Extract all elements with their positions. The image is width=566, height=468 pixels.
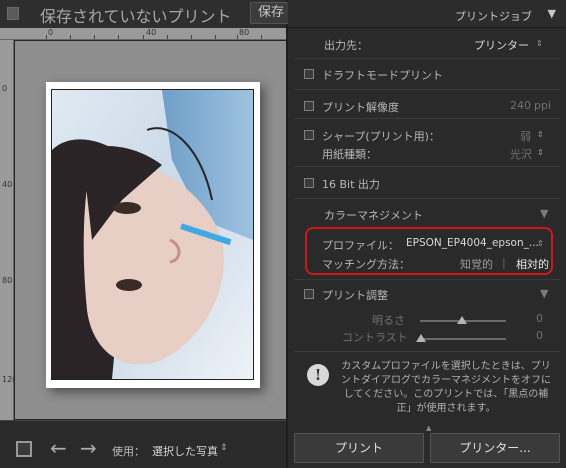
- use-label: 使用：: [112, 445, 145, 458]
- print-button[interactable]: プリント: [294, 433, 424, 463]
- media-type-label: 用紙種類：: [322, 148, 377, 161]
- ruler-label: 40: [2, 180, 13, 189]
- color-management-header[interactable]: カラーマネジメント: [324, 207, 423, 223]
- chevron-updown-icon[interactable]: ⇕: [220, 443, 228, 453]
- collapse-triangle-icon[interactable]: ▼: [540, 287, 548, 300]
- print-resolution-checkbox[interactable]: [304, 101, 314, 111]
- ruler-label: 0: [2, 84, 8, 93]
- sharpen-dropdown[interactable]: 弱: [520, 128, 531, 144]
- document-title: 保存されていないプリント: [40, 7, 232, 26]
- sharpen-label: シャープ(プリント用)：: [322, 130, 440, 143]
- print-job-panel: プリントジョブ ▼ 出力先： プリンター ⇕ ドラフトモードプリント プリント解…: [288, 0, 566, 468]
- resolution-value[interactable]: 240: [510, 99, 531, 112]
- expand-triangle-icon[interactable]: ▲: [426, 424, 431, 432]
- next-arrow-icon[interactable]: →: [80, 438, 97, 458]
- print-resolution-label: プリント解像度: [322, 101, 399, 114]
- collapse-triangle-icon[interactable]: ▼: [540, 207, 548, 220]
- print-preview-area: 保存されていないプリント 保存 0 40 80 0 40 80 120 ← → …: [0, 0, 290, 468]
- print-canvas: [15, 41, 286, 419]
- sharpen-checkbox[interactable]: [304, 130, 314, 140]
- info-message: カスタムプロファイルを選択したときは、プリントダイアログでカラーマネジメントをオ…: [341, 361, 551, 414]
- photo-preview[interactable]: [51, 89, 254, 380]
- ruler-label: 0: [48, 28, 54, 37]
- brightness-slider-thumb[interactable]: [457, 316, 467, 324]
- profile-dropdown[interactable]: EPSON_EP4004_epson_...: [406, 237, 539, 249]
- grid-view-button[interactable]: [16, 441, 32, 457]
- contrast-value: 0: [536, 329, 543, 342]
- panel-title: プリントジョブ: [455, 10, 532, 23]
- profile-label: プロファイル：: [322, 239, 399, 252]
- chevron-updown-icon[interactable]: ⇕: [537, 148, 544, 157]
- draft-mode-label: ドラフトモードプリント: [322, 69, 443, 82]
- filmstrip-toolbar: ← → 使用： 選択した写真 ⇕: [0, 420, 286, 468]
- ruler-label: 80: [239, 28, 250, 37]
- media-type-dropdown[interactable]: 光沢: [510, 146, 532, 162]
- alert-icon: !: [307, 364, 329, 386]
- chevron-updown-icon[interactable]: ⇕: [537, 239, 544, 248]
- ruler-label: 40: [146, 28, 157, 37]
- document-title-bar: 保存されていないプリント 保存: [0, 0, 290, 28]
- chevron-updown-icon[interactable]: ⇕: [536, 39, 543, 48]
- print-adjustment-checkbox[interactable]: [304, 289, 314, 299]
- draft-mode-checkbox[interactable]: [304, 69, 314, 79]
- intent-perceptual-option[interactable]: 知覚的: [460, 256, 493, 272]
- intent-relative-option[interactable]: 相対的: [516, 256, 549, 272]
- intent-divider: |: [502, 256, 506, 269]
- output-label: 出力先：: [324, 39, 368, 52]
- chevron-updown-icon[interactable]: ⇕: [537, 130, 544, 139]
- resolution-unit: ppi: [534, 99, 552, 112]
- 16bit-output-checkbox[interactable]: [304, 178, 314, 188]
- ruler-vertical: 0 40 80 120: [0, 40, 17, 420]
- use-selection-dropdown[interactable]: 選択した写真: [152, 443, 218, 459]
- contrast-label: コントラスト: [342, 331, 408, 344]
- ruler-horizontal: 0 40 80: [0, 28, 286, 40]
- printer-button[interactable]: プリンター...: [430, 433, 560, 463]
- panel-header[interactable]: プリントジョブ ▼: [288, 0, 566, 28]
- document-icon: [7, 7, 19, 20]
- contrast-slider[interactable]: [420, 338, 506, 340]
- 16bit-output-label: 16 Bit 出力: [322, 178, 380, 191]
- collapse-triangle-icon[interactable]: ▼: [548, 7, 556, 20]
- brightness-value: 0: [536, 312, 543, 325]
- rendering-intent-label: マッチング方法：: [322, 258, 410, 271]
- contrast-slider-thumb[interactable]: [416, 334, 426, 342]
- print-page: [46, 82, 260, 388]
- ruler-label: 80: [2, 276, 13, 285]
- print-adjustment-header: プリント調整: [322, 289, 388, 302]
- save-button[interactable]: 保存: [250, 2, 290, 24]
- previous-arrow-icon[interactable]: ←: [50, 438, 67, 458]
- brightness-label: 明るさ: [372, 314, 405, 327]
- output-dropdown[interactable]: プリンター: [474, 37, 529, 53]
